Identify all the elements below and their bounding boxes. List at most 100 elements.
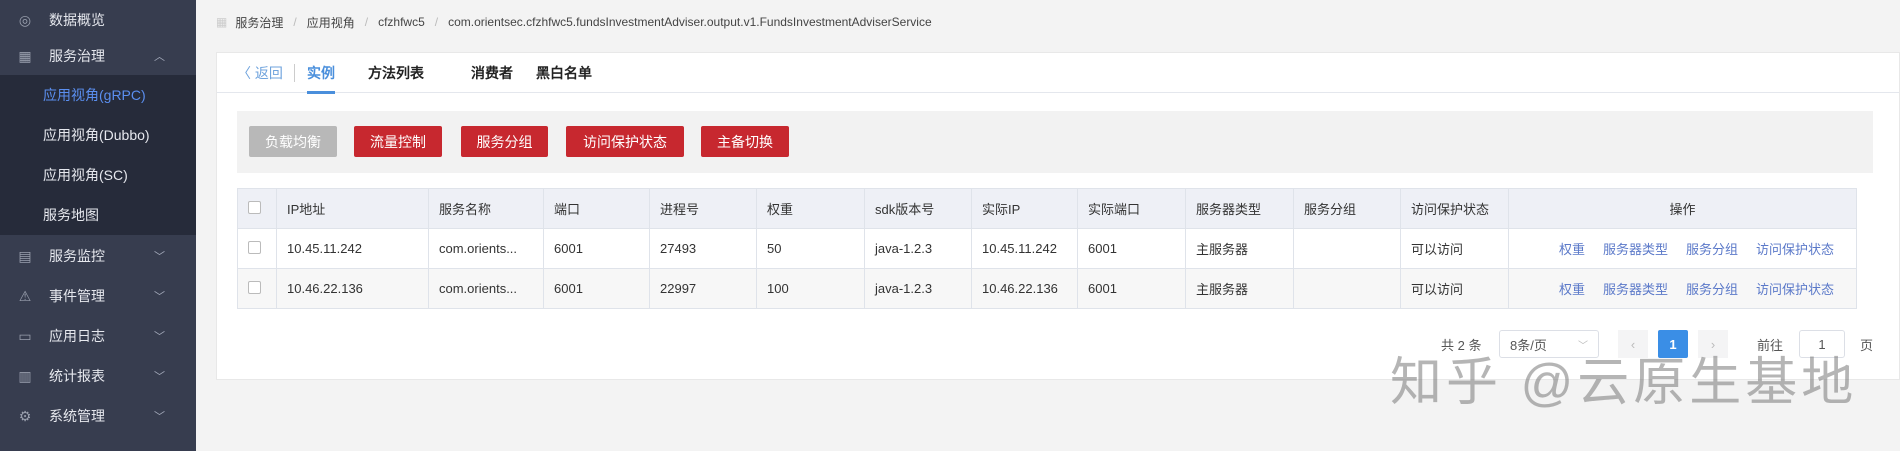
flow-control-button[interactable]: 流量控制 xyxy=(354,126,442,157)
subnav-dubbo[interactable]: 应用视角(Dubbo) xyxy=(43,115,150,155)
bar-chart-icon: ▥ xyxy=(18,367,32,384)
nav-label: 应用日志 xyxy=(49,328,105,344)
subnav-service-map[interactable]: 服务地图 xyxy=(43,195,99,235)
submenu: 应用视角(gRPC) 应用视角(Dubbo) 应用视角(SC) 服务地图 xyxy=(0,75,196,235)
nav-service-monitor[interactable]: ▤ 服务监控 ﹀ xyxy=(0,236,196,276)
server-type: 主服务器 xyxy=(1185,228,1294,269)
chevron-down-icon: ﹀ xyxy=(154,331,165,343)
column-header: 服务分组 xyxy=(1293,188,1401,229)
nav-label: 统计报表 xyxy=(49,368,105,384)
pid: 27493 xyxy=(649,228,757,269)
gear-icon: ⚙ xyxy=(18,407,32,424)
server-type-action[interactable]: 服务器类型 xyxy=(1603,282,1668,297)
service-group xyxy=(1293,268,1401,309)
row-checkbox-cell[interactable] xyxy=(237,268,277,309)
tab-method-list[interactable]: 方法列表 xyxy=(368,63,424,83)
nav-service-governance[interactable]: ▦ 服务治理 ︿ xyxy=(0,36,196,76)
tab-instances[interactable]: 实例 xyxy=(307,63,335,94)
access-protection-action[interactable]: 访问保护状态 xyxy=(1756,282,1834,297)
access-protection-action[interactable]: 访问保护状态 xyxy=(1756,242,1834,257)
load-balance-button[interactable]: 负载均衡 xyxy=(249,126,337,157)
grid-icon: ▦ xyxy=(216,15,228,29)
tab-consumers[interactable]: 消费者 xyxy=(471,63,513,83)
nav-label: 事件管理 xyxy=(49,288,105,304)
breadcrumb-item[interactable]: 服务治理 xyxy=(235,14,283,31)
grid-icon: ▦ xyxy=(18,47,32,64)
actions-cell: 权重 服务器类型 服务分组 访问保护状态 xyxy=(1508,228,1857,269)
chevron-left-icon: 〈 xyxy=(237,65,255,81)
goto-label: 前往 xyxy=(1757,337,1784,353)
warning-icon: ⚠ xyxy=(18,287,32,304)
content-card: 〈 返回 实例 方法列表 消费者 黑白名单 负载均衡 流量控制 服务分组 访问保… xyxy=(216,52,1900,380)
port: 6001 xyxy=(543,228,650,269)
nav-statistics[interactable]: ▥ 统计报表 ﹀ xyxy=(0,356,196,396)
table-row: 10.46.22.136 com.orients... 6001 22997 1… xyxy=(237,268,1857,309)
chevron-down-icon: ﹀ xyxy=(154,371,165,383)
back-label: 返回 xyxy=(254,65,283,81)
weight: 50 xyxy=(756,228,865,269)
page-size-select[interactable]: 8条/页 ﹀ xyxy=(1499,330,1599,358)
page-1-button[interactable]: 1 xyxy=(1658,330,1688,358)
column-header: 访问保护状态 xyxy=(1400,188,1509,229)
table-header-row: IP地址 服务名称 端口 进程号 权重 sdk版本号 实际IP 实际端口 服务器… xyxy=(237,188,1857,229)
chevron-down-icon: ﹀ xyxy=(1578,340,1588,352)
row-checkbox-cell[interactable] xyxy=(237,228,277,269)
goto-page-input[interactable]: 1 xyxy=(1799,330,1845,358)
pid: 22997 xyxy=(649,268,757,309)
nav-label: 数据概览 xyxy=(49,12,105,28)
access-status: 可以访问 xyxy=(1400,268,1509,309)
sdk-version: java-1.2.3 xyxy=(864,228,972,269)
service-group-button[interactable]: 服务分组 xyxy=(461,126,548,157)
service-name: com.orients... xyxy=(428,268,544,309)
column-header: 服务器类型 xyxy=(1185,188,1294,229)
subnav-grpc[interactable]: 应用视角(gRPC) xyxy=(43,75,146,115)
column-header: 实际IP xyxy=(971,188,1078,229)
subnav-sc[interactable]: 应用视角(SC) xyxy=(43,155,128,195)
server-type: 主服务器 xyxy=(1185,268,1294,309)
weight-action[interactable]: 权重 xyxy=(1559,282,1585,297)
service-group-action[interactable]: 服务分组 xyxy=(1686,242,1738,257)
checkbox[interactable] xyxy=(248,240,261,254)
next-page-button[interactable]: › xyxy=(1698,330,1728,358)
tab-black-white-list[interactable]: 黑白名单 xyxy=(536,63,592,83)
server-type-action[interactable]: 服务器类型 xyxy=(1603,242,1668,257)
nav-label: 服务监控 xyxy=(49,248,105,264)
master-standby-switch-button[interactable]: 主备切换 xyxy=(701,126,789,157)
prev-page-button[interactable]: ‹ xyxy=(1618,330,1648,358)
tab-bar: 〈 返回 实例 方法列表 消费者 黑白名单 xyxy=(217,53,1899,94)
actions-cell: 权重 服务器类型 服务分组 访问保护状态 xyxy=(1508,268,1857,309)
real-ip: 10.45.11.242 xyxy=(971,228,1078,269)
checkbox[interactable] xyxy=(248,200,261,214)
breadcrumb-item[interactable]: cfzhfwc5 xyxy=(378,15,425,29)
back-link[interactable]: 〈 返回 xyxy=(237,63,283,83)
weight-action[interactable]: 权重 xyxy=(1559,242,1585,257)
chevron-down-icon: ﹀ xyxy=(154,291,165,303)
chevron-down-icon: ﹀ xyxy=(154,251,165,263)
breadcrumb: ▦ 服务治理 / 应用视角 / cfzhfwc5/ com.orientsec.cf… xyxy=(216,14,932,31)
column-header: 进程号 xyxy=(649,188,757,229)
service-group-action[interactable]: 服务分组 xyxy=(1686,282,1738,297)
nav-event-management[interactable]: ⚠ 事件管理 ﹀ xyxy=(0,276,196,316)
dashboard-icon: ◎ xyxy=(18,11,32,28)
toolbar: 负载均衡 流量控制 服务分组 访问保护状态 主备切换 xyxy=(237,111,1873,173)
chevron-up-icon: ︿ xyxy=(154,51,165,63)
column-header: 实际端口 xyxy=(1077,188,1186,229)
port: 6001 xyxy=(543,268,650,309)
column-header: IP地址 xyxy=(276,188,429,229)
log-icon: ▭ xyxy=(18,327,32,344)
page-unit-label: 页 xyxy=(1860,337,1874,353)
ip-link[interactable]: 10.45.11.242 xyxy=(276,228,429,269)
breadcrumb-item[interactable]: 应用视角 xyxy=(307,14,355,31)
total-count: 共 2 条 xyxy=(1441,337,1482,353)
checkbox[interactable] xyxy=(248,280,261,294)
service-group xyxy=(1293,228,1401,269)
nav-app-log[interactable]: ▭ 应用日志 ﹀ xyxy=(0,316,196,356)
nav-label: 系统管理 xyxy=(49,408,105,424)
nav-data-overview[interactable]: ◎ 数据概览 xyxy=(0,0,196,40)
ip-link[interactable]: 10.46.22.136 xyxy=(276,268,429,309)
table-row: 10.45.11.242 com.orients... 6001 27493 5… xyxy=(237,228,1857,269)
column-header: 操作 xyxy=(1508,188,1857,229)
select-all-checkbox-cell[interactable] xyxy=(237,188,277,229)
nav-system-management[interactable]: ⚙ 系统管理 ﹀ xyxy=(0,396,196,436)
access-protection-button[interactable]: 访问保护状态 xyxy=(566,126,684,157)
